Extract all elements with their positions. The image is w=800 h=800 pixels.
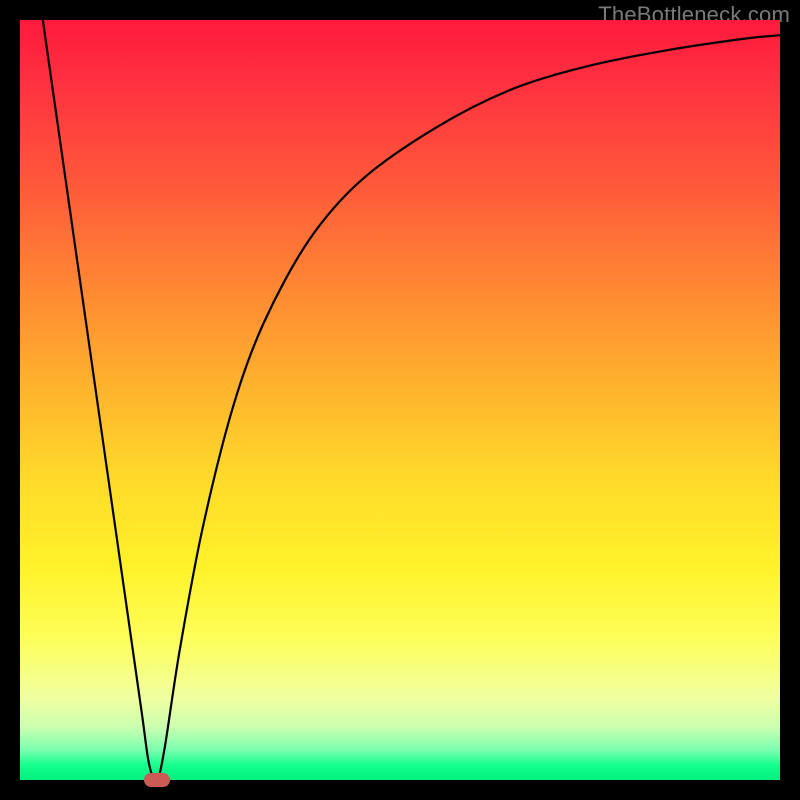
plot-area: [20, 20, 780, 780]
bottleneck-curve: [20, 20, 780, 780]
optimal-point-marker: [144, 773, 170, 787]
chart-frame: TheBottleneck.com: [0, 0, 800, 800]
